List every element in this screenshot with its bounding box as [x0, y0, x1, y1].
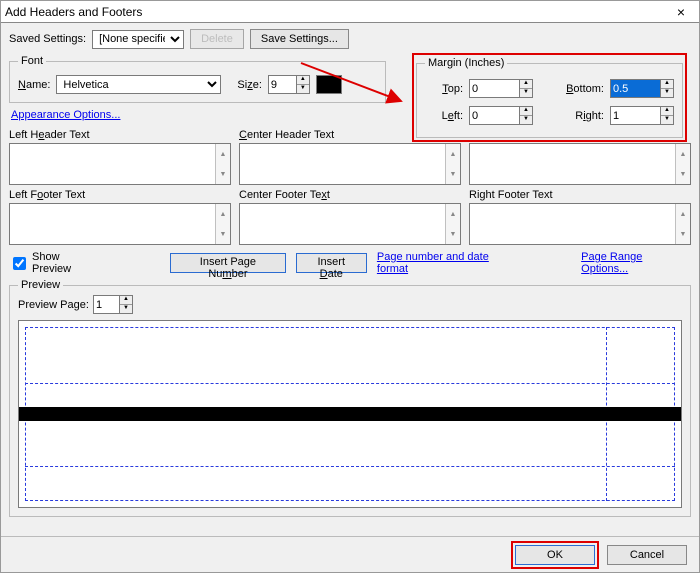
font-size-input[interactable]	[268, 75, 296, 94]
spin-up-icon[interactable]: ▲	[297, 76, 309, 85]
dialog-title: Add Headers and Footers	[5, 5, 667, 19]
margin-legend: Margin (Inches)	[425, 57, 507, 69]
ok-highlight: OK	[511, 541, 599, 569]
margin-bottom-spinner[interactable]: ▲▼	[610, 79, 674, 98]
right-footer-input[interactable]: ▲▼	[469, 203, 691, 245]
font-name-select[interactable]: Helvetica	[56, 75, 221, 94]
font-legend: Font	[18, 55, 46, 67]
center-footer-label: Center Footer Text	[239, 189, 461, 201]
center-footer-input[interactable]: ▲▼	[239, 203, 461, 245]
right-header-input[interactable]: ▲▼	[469, 143, 691, 185]
ok-button[interactable]: OK	[515, 545, 595, 565]
margin-bottom-label: Bottom:	[556, 83, 604, 95]
margin-left-spinner[interactable]: ▲▼	[469, 106, 533, 125]
format-link[interactable]: Page number and date format	[377, 251, 521, 275]
content: Saved Settings: [None specified] Delete …	[1, 23, 699, 536]
spin-down-icon[interactable]: ▼	[297, 85, 309, 93]
left-header-label: Left Header Text	[9, 129, 231, 141]
save-settings-button[interactable]: Save Settings...	[250, 29, 349, 49]
font-size-spinner[interactable]: ▲▼	[268, 75, 310, 94]
mid-row: Show Preview Insert Page Number Insert D…	[9, 251, 691, 275]
titlebar: Add Headers and Footers ×	[1, 1, 699, 23]
margin-top-label: Top:	[425, 83, 463, 95]
cancel-button[interactable]: Cancel	[607, 545, 687, 565]
insert-date-button[interactable]: Insert Date	[296, 253, 367, 273]
insert-page-number-button[interactable]: Insert Page Number	[170, 253, 285, 273]
delete-button[interactable]: Delete	[190, 29, 244, 49]
preview-page-spinner[interactable]: ▲▼	[93, 295, 133, 314]
font-group: Font Name: Helvetica Size: ▲▼	[9, 55, 386, 103]
left-footer-label: Left Footer Text	[9, 189, 231, 201]
area-row-footers: Left Footer Text ▲▼ Center Footer Text ▲…	[9, 189, 691, 245]
left-footer-input[interactable]: ▲▼	[9, 203, 231, 245]
font-size-label: Size:	[237, 79, 261, 91]
font-name-label: Name:	[18, 79, 50, 91]
preview-legend: Preview	[18, 279, 63, 291]
center-header-input[interactable]: ▲▼	[239, 143, 461, 185]
show-preview-checkbox[interactable]: Show Preview	[9, 251, 101, 275]
saved-settings-label: Saved Settings:	[9, 33, 86, 45]
margin-highlight: Margin (Inches) Top: ▲▼ Bottom: ▲▼ Left:…	[412, 53, 687, 142]
margin-left-label: Left:	[425, 110, 463, 122]
preview-canvas	[18, 320, 682, 508]
dialog: Add Headers and Footers × Saved Settings…	[0, 0, 700, 573]
margin-right-spinner[interactable]: ▲▼	[610, 106, 674, 125]
preview-group: Preview Preview Page: ▲▼	[9, 279, 691, 517]
margin-top-spinner[interactable]: ▲▼	[469, 79, 533, 98]
dialog-footer: OK Cancel	[1, 536, 699, 572]
left-header-input[interactable]: ▲▼	[9, 143, 231, 185]
margin-group: Margin (Inches) Top: ▲▼ Bottom: ▲▼ Left:…	[416, 57, 683, 138]
preview-page-label: Preview Page:	[18, 299, 89, 311]
right-footer-label: Right Footer Text	[469, 189, 691, 201]
page-range-link[interactable]: Page Range Options...	[581, 251, 691, 275]
saved-settings-row: Saved Settings: [None specified] Delete …	[9, 29, 691, 49]
margin-right-label: Right:	[556, 110, 604, 122]
font-color-swatch[interactable]	[316, 75, 342, 94]
close-icon[interactable]: ×	[667, 4, 695, 20]
saved-settings-select[interactable]: [None specified]	[92, 30, 184, 49]
